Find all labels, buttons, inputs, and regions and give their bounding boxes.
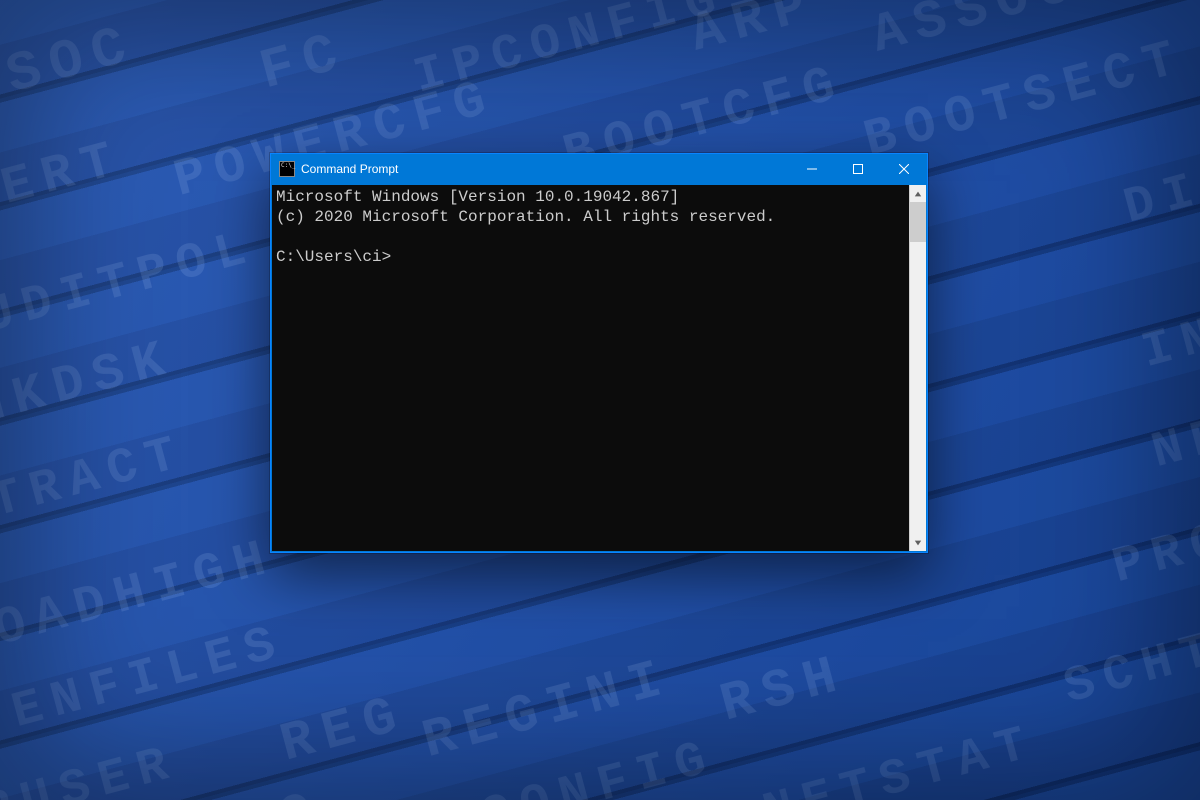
- console-line-copyright: (c) 2020 Microsoft Corporation. All righ…: [276, 208, 775, 226]
- titlebar[interactable]: Command Prompt: [271, 154, 927, 184]
- close-icon: [899, 164, 909, 174]
- client-area: Microsoft Windows [Version 10.0.19042.86…: [272, 185, 926, 551]
- minimize-icon: [807, 164, 817, 174]
- scroll-up-button[interactable]: [910, 185, 926, 202]
- window-controls: [789, 154, 927, 184]
- window-title: Command Prompt: [301, 162, 398, 176]
- command-prompt-window: Command Prompt Microsoft Windows [Versio…: [270, 153, 928, 553]
- minimize-button[interactable]: [789, 154, 835, 184]
- console-line-version: Microsoft Windows [Version 10.0.19042.86…: [276, 188, 679, 206]
- scrollbar-track[interactable]: [910, 202, 926, 534]
- chevron-down-icon: [914, 539, 922, 547]
- cmd-icon: [279, 161, 295, 177]
- close-button[interactable]: [881, 154, 927, 184]
- maximize-icon: [853, 164, 863, 174]
- chevron-up-icon: [914, 190, 922, 198]
- console-output[interactable]: Microsoft Windows [Version 10.0.19042.86…: [272, 185, 909, 551]
- maximize-button[interactable]: [835, 154, 881, 184]
- scroll-down-button[interactable]: [910, 534, 926, 551]
- vertical-scrollbar[interactable]: [909, 185, 926, 551]
- scrollbar-thumb[interactable]: [910, 202, 926, 242]
- console-prompt: C:\Users\ci>: [276, 248, 391, 266]
